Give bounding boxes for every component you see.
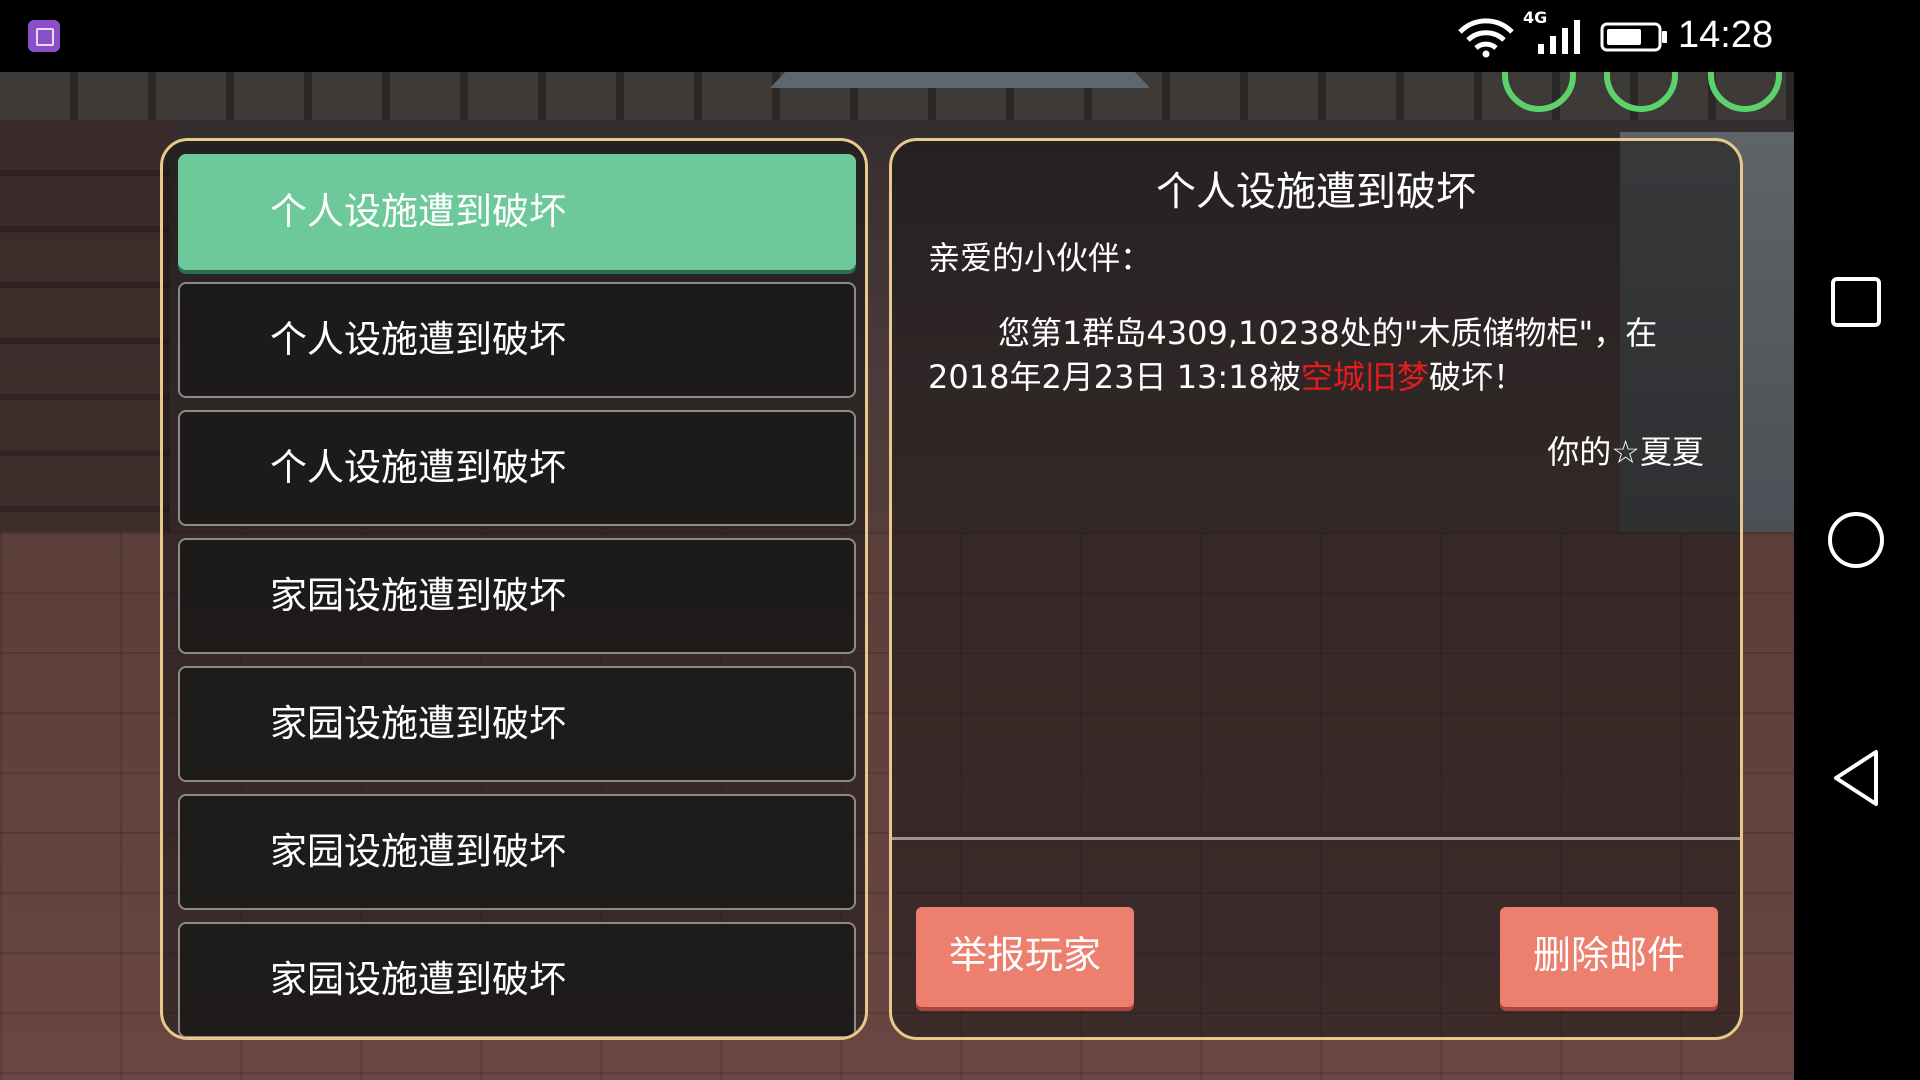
mail-title: 个人设施遭到破坏 [1156, 169, 1476, 215]
mail-body-text-end: 破坏！ [1428, 358, 1525, 396]
mail-signature: 你的☆夏夏 [1547, 433, 1704, 471]
mail-list-item[interactable]: 个人设施遭到破坏 [178, 410, 856, 526]
wifi-icon [1458, 18, 1514, 58]
status-clock: 14:28 [1678, 14, 1774, 56]
mail-list-item[interactable]: 个人设施遭到破坏 [178, 154, 856, 270]
mail-list[interactable]: 个人设施遭到破坏 个人设施遭到破坏 个人设施遭到破坏 家园设施遭到破坏 家园设施… [178, 154, 858, 1037]
mail-list-item[interactable]: 家园设施遭到破坏 [178, 794, 856, 910]
battery-icon [1600, 22, 1667, 52]
home-icon[interactable] [1826, 510, 1886, 570]
mail-list-panel: 个人设施遭到破坏 个人设施遭到破坏 个人设施遭到破坏 家园设施遭到破坏 家园设施… [160, 138, 868, 1040]
cell-signal-icon [1538, 20, 1580, 54]
delete-mail-button[interactable]: 删除邮件 [1500, 907, 1718, 1007]
mail-list-item[interactable]: 家园设施遭到破坏 [178, 538, 856, 654]
mail-body: 您第1群岛4309,10238处的"木质储物柜"，在2018年2月23日 13:… [928, 311, 1708, 399]
attacker-name: 空城旧梦 [1300, 358, 1429, 396]
mail-body-text: 您第1群岛4309,10238处的"木质储物柜"，在2018年2月23日 13:… [928, 314, 1658, 396]
mail-list-item[interactable]: 家园设施遭到破坏 [178, 666, 856, 782]
navigation-bar [1794, 72, 1920, 1080]
status-bar: 4G 14:28 [0, 0, 1920, 72]
mail-greeting: 亲爱的小伙伴： [928, 239, 1153, 277]
mail-list-item[interactable]: 家园设施遭到破坏 [178, 922, 856, 1037]
mail-list-item[interactable]: 个人设施遭到破坏 [178, 282, 856, 398]
report-player-button[interactable]: 举报玩家 [916, 907, 1134, 1007]
detail-divider [892, 837, 1740, 840]
app-notification-icon [28, 20, 60, 52]
recent-apps-icon[interactable] [1830, 276, 1882, 328]
back-icon[interactable] [1828, 748, 1884, 808]
mail-detail-panel: 个人设施遭到破坏 亲爱的小伙伴： 您第1群岛4309,10238处的"木质储物柜… [889, 138, 1743, 1040]
scene-top-tab [770, 72, 1150, 88]
